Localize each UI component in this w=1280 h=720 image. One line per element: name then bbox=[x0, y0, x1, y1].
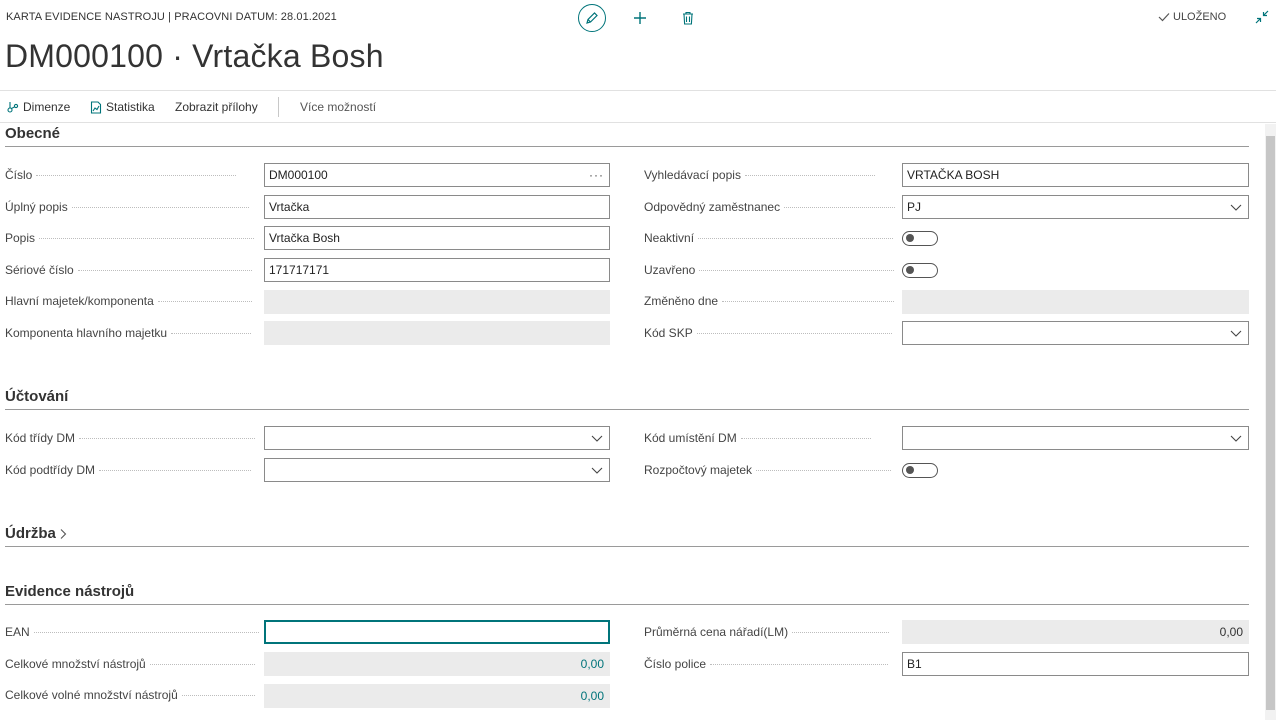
chevron-down-icon bbox=[1230, 204, 1242, 211]
chevron-down-icon bbox=[1230, 330, 1242, 337]
search-description-field[interactable]: VRTAČKA BOSH bbox=[902, 163, 1249, 187]
page-title: DM000100 · Vrtačka Bosh bbox=[5, 38, 384, 74]
chevron-down-icon bbox=[1230, 435, 1242, 442]
closed-toggle[interactable] bbox=[902, 263, 938, 278]
dimensions-action[interactable]: Dimenze bbox=[7, 100, 70, 114]
main-asset-field bbox=[264, 290, 610, 314]
dimensions-label: Dimenze bbox=[23, 100, 71, 114]
shelf-number-field[interactable]: B1 bbox=[902, 652, 1249, 676]
total-free-quantity-field[interactable]: 0,00 bbox=[264, 684, 610, 708]
average-tool-price-label: Průměrná cena nářadí(LM) bbox=[644, 624, 890, 640]
budget-asset-label: Rozpočtový majetek bbox=[644, 462, 892, 478]
attachments-label: Zobrazit přílohy bbox=[175, 100, 258, 114]
more-options-label: Více možností bbox=[300, 100, 377, 114]
statistics-icon bbox=[90, 100, 102, 114]
collapse-icon bbox=[1255, 10, 1269, 24]
number-field[interactable]: DM000100 ··· bbox=[264, 163, 610, 187]
asset-subclass-label: Kód podtřídy DM bbox=[5, 462, 252, 478]
chevron-down-icon bbox=[591, 467, 603, 474]
more-options-action[interactable]: Více možností bbox=[300, 100, 376, 114]
main-asset-component-label: Komponenta hlavního majetku bbox=[5, 325, 252, 341]
statistics-action[interactable]: Statistika bbox=[90, 100, 155, 114]
statistics-label: Statistika bbox=[106, 100, 155, 114]
asset-location-label: Kód umístění DM bbox=[644, 430, 871, 446]
scrollbar-thumb[interactable] bbox=[1266, 136, 1275, 710]
ean-input[interactable] bbox=[264, 620, 610, 644]
top-bar: KARTA EVIDENCE NASTROJU | PRACOVNI DATUM… bbox=[0, 0, 1280, 36]
edit-button[interactable] bbox=[578, 4, 606, 32]
ellipsis-icon[interactable]: ··· bbox=[589, 168, 604, 182]
section-divider bbox=[5, 546, 1249, 547]
changed-date-label: Změněno dne bbox=[644, 293, 895, 309]
delete-button[interactable] bbox=[674, 4, 702, 32]
description-field[interactable]: Vrtačka Bosh bbox=[264, 226, 610, 250]
responsible-employee-label: Odpovědný zaměstnanec bbox=[644, 199, 896, 215]
section-general-title[interactable]: Obecné bbox=[5, 125, 60, 142]
asset-subclass-select[interactable] bbox=[264, 458, 610, 482]
main-asset-component-field bbox=[264, 321, 610, 345]
chevron-down-icon bbox=[591, 435, 603, 442]
section-tools-title[interactable]: Evidence nástrojů bbox=[5, 583, 134, 600]
collapse-button[interactable] bbox=[1254, 9, 1272, 27]
ean-label: EAN bbox=[5, 624, 259, 640]
show-attachments-action[interactable]: Zobrazit přílohy bbox=[175, 100, 258, 114]
page-caption: KARTA EVIDENCE NASTROJU | PRACOVNI DATUM… bbox=[6, 11, 337, 23]
serial-number-field[interactable]: 171717171 bbox=[264, 258, 610, 282]
dimensions-icon bbox=[7, 102, 19, 113]
budget-asset-toggle[interactable] bbox=[902, 463, 938, 478]
saved-label: ULOŽENO bbox=[1173, 11, 1227, 23]
shelf-number-label: Číslo police bbox=[644, 656, 889, 672]
changed-date-field bbox=[902, 290, 1249, 314]
total-tool-quantity-field[interactable]: 0,00 bbox=[264, 652, 610, 676]
asset-location-select[interactable] bbox=[902, 426, 1249, 450]
add-button[interactable] bbox=[626, 4, 654, 32]
section-divider bbox=[5, 409, 1249, 410]
section-divider bbox=[5, 604, 1249, 605]
main-asset-label: Hlavní majetek/komponenta bbox=[5, 293, 252, 309]
total-free-quantity-label: Celkové volné množství nástrojů bbox=[5, 687, 255, 703]
asset-class-select[interactable] bbox=[264, 426, 610, 450]
section-posting-title[interactable]: Účtování bbox=[5, 388, 68, 405]
full-description-field[interactable]: Vrtačka bbox=[264, 195, 610, 219]
full-description-label: Úplný popis bbox=[5, 199, 249, 215]
skp-code-select[interactable] bbox=[902, 321, 1249, 345]
saved-status: ULOŽENO bbox=[1158, 11, 1226, 23]
checkmark-icon bbox=[1158, 13, 1170, 22]
pencil-icon bbox=[586, 12, 598, 24]
total-tool-quantity-label: Celkové množství nástrojů bbox=[5, 656, 255, 672]
section-maintenance-title[interactable]: Údržba bbox=[5, 525, 68, 542]
trash-icon bbox=[683, 11, 693, 25]
plus-icon bbox=[634, 12, 646, 24]
inactive-toggle[interactable] bbox=[902, 231, 938, 246]
description-label: Popis bbox=[5, 230, 255, 246]
chevron-right-icon bbox=[60, 528, 67, 539]
section-divider bbox=[5, 146, 1249, 147]
average-tool-price-field: 0,00 bbox=[902, 620, 1249, 644]
number-label: Číslo bbox=[5, 167, 237, 183]
serial-number-label: Sériové číslo bbox=[5, 262, 252, 278]
asset-class-label: Kód třídy DM bbox=[5, 430, 256, 446]
action-bar: Dimenze Statistika Zobrazit přílohy Více… bbox=[0, 90, 1276, 123]
search-description-label: Vyhledávací popis bbox=[644, 167, 875, 183]
responsible-employee-select[interactable]: PJ bbox=[902, 195, 1249, 219]
inactive-label: Neaktivní bbox=[644, 230, 894, 246]
action-separator bbox=[278, 97, 279, 117]
skp-code-label: Kód SKP bbox=[644, 325, 892, 341]
closed-label: Uzavřeno bbox=[644, 262, 895, 278]
